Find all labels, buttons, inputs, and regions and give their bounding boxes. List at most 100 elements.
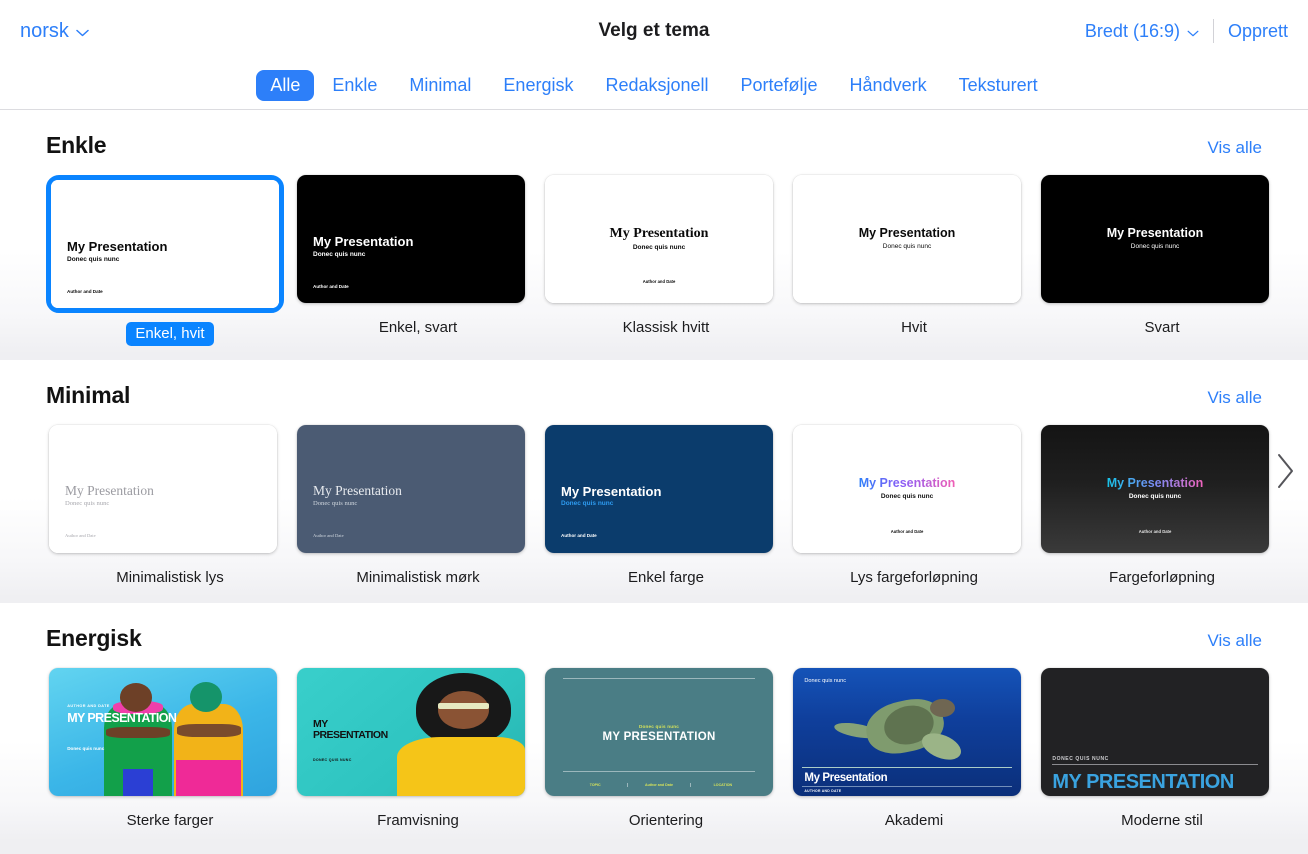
create-button[interactable]: Opprett — [1214, 21, 1288, 42]
theme-thumbnail[interactable]: My PresentationDonec quis nuncAuthor and… — [297, 425, 525, 553]
tab-alle[interactable]: Alle — [256, 70, 314, 101]
tab-portef-lje[interactable]: Portefølje — [727, 70, 832, 101]
language-menu[interactable]: norsk — [20, 20, 89, 43]
theme-name: Framvisning — [368, 809, 468, 833]
theme-thumbnail[interactable]: My PresentationDonec quis nunc — [793, 175, 1021, 303]
theme-row: AUTHOR AND DATE MY PRESENTATION Donec qu… — [0, 652, 1308, 833]
theme-thumbnail-frame[interactable]: Donec quis nuncMY PRESENTATION TOPICAuth… — [542, 668, 790, 796]
tab-label: Redaksjonell — [605, 75, 708, 95]
theme-card[interactable]: My PresentationDonec quis nuncAuthor and… — [542, 175, 790, 346]
see-all-link[interactable]: Vis alle — [1208, 138, 1263, 158]
theme-thumbnail-frame[interactable]: My PresentationDonec quis nuncAuthor and… — [542, 425, 790, 553]
tab-label: Håndverk — [850, 75, 927, 95]
theme-card[interactable]: My PresentationDonec quis nuncAuthor and… — [1038, 425, 1286, 590]
theme-thumbnail-frame[interactable]: DONEC QUIS NUNCMY PRESENTATION — [1038, 668, 1286, 796]
chevron-down-icon — [76, 20, 89, 43]
see-all-link[interactable]: Vis alle — [1208, 388, 1263, 408]
theme-row: My PresentationDonec quis nuncAuthor and… — [0, 159, 1308, 346]
see-all-link[interactable]: Vis alle — [1208, 631, 1263, 651]
theme-thumbnail-frame[interactable]: MYPRESENTATION DONEC QUIS NUNC — [294, 668, 542, 796]
theme-thumbnail[interactable]: DONEC QUIS NUNCMY PRESENTATION — [1041, 668, 1269, 796]
section-header: EnergiskVis alle — [0, 603, 1308, 652]
theme-thumbnail-frame[interactable]: My PresentationDonec quis nuncAuthor and… — [542, 175, 790, 303]
theme-thumbnail[interactable]: MYPRESENTATION DONEC QUIS NUNC — [297, 668, 525, 796]
theme-section: EnkleVis alle My PresentationDonec quis … — [0, 110, 1308, 354]
section-header: MinimalVis alle — [0, 360, 1308, 409]
theme-thumbnail-frame[interactable]: My PresentationDonec quis nunc — [790, 175, 1038, 303]
theme-thumbnail-frame[interactable]: Donec quis nunc My Presentation AUTHOR A… — [790, 668, 1038, 796]
theme-card[interactable]: Donec quis nunc My Presentation AUTHOR A… — [790, 668, 1038, 833]
chevron-right-icon[interactable] — [1272, 447, 1300, 495]
theme-thumbnail[interactable]: My PresentationDonec quis nuncAuthor and… — [545, 425, 773, 553]
theme-card[interactable]: My PresentationDonec quis nunc Hvit — [790, 175, 1038, 346]
theme-name: Sterke farger — [118, 809, 223, 833]
tab-h-ndverk[interactable]: Håndverk — [836, 70, 941, 101]
theme-thumbnail[interactable]: My PresentationDonec quis nuncAuthor and… — [1041, 425, 1269, 553]
aspect-ratio-label: Bredt (16:9) — [1085, 21, 1180, 42]
theme-thumbnail[interactable]: Donec quis nunc My Presentation AUTHOR A… — [793, 668, 1021, 796]
theme-card[interactable]: My PresentationDonec quis nuncAuthor and… — [542, 425, 790, 590]
theme-card[interactable]: DONEC QUIS NUNCMY PRESENTATION Moderne s… — [1038, 668, 1286, 833]
theme-caption: Klassisk hvitt — [542, 316, 790, 340]
tab-label: Teksturert — [959, 75, 1038, 95]
theme-thumbnail[interactable]: AUTHOR AND DATE MY PRESENTATION Donec qu… — [49, 668, 277, 796]
tab-label: Enkle — [332, 75, 377, 95]
theme-thumbnail-frame[interactable]: My PresentationDonec quis nuncAuthor and… — [790, 425, 1038, 553]
theme-row: My PresentationDonec quis nuncAuthor and… — [0, 409, 1308, 590]
theme-thumbnail-frame[interactable]: My PresentationDonec quis nunc — [1038, 175, 1286, 303]
theme-thumbnail-frame[interactable]: My PresentationDonec quis nuncAuthor and… — [294, 175, 542, 303]
theme-thumbnail[interactable]: My PresentationDonec quis nuncAuthor and… — [51, 180, 279, 308]
theme-name: Enkel, svart — [370, 316, 466, 340]
theme-name: Minimalistisk lys — [107, 566, 233, 590]
tab-energisk[interactable]: Energisk — [489, 70, 587, 101]
theme-thumbnail-frame[interactable]: My PresentationDonec quis nuncAuthor and… — [46, 425, 294, 553]
tab-enkle[interactable]: Enkle — [318, 70, 391, 101]
category-tabbar: Alle Enkle Minimal Energisk Redaksjonell Port… — [0, 62, 1308, 110]
theme-thumbnail-frame[interactable]: My PresentationDonec quis nuncAuthor and… — [294, 425, 542, 553]
theme-name: Akademi — [876, 809, 952, 833]
tab-minimal[interactable]: Minimal — [395, 70, 485, 101]
theme-thumbnail-frame[interactable]: My PresentationDonec quis nuncAuthor and… — [46, 175, 284, 313]
title-bar-actions: Bredt (16:9) Opprett — [1085, 19, 1288, 43]
theme-card[interactable]: MYPRESENTATION DONEC QUIS NUNC Framvisni… — [294, 668, 542, 833]
theme-name: Fargeforløpning — [1100, 566, 1224, 590]
tab-label: Alle — [270, 75, 300, 95]
tab-teksturert[interactable]: Teksturert — [945, 70, 1052, 101]
theme-name: Klassisk hvitt — [614, 316, 719, 340]
theme-card[interactable]: My PresentationDonec quis nunc Svart — [1038, 175, 1286, 346]
theme-card[interactable]: AUTHOR AND DATE MY PRESENTATION Donec qu… — [46, 668, 294, 833]
theme-thumbnail[interactable]: Donec quis nuncMY PRESENTATION TOPICAuth… — [545, 668, 773, 796]
theme-name: Hvit — [892, 316, 936, 340]
theme-gallery[interactable]: EnkleVis alle My PresentationDonec quis … — [0, 110, 1308, 854]
theme-thumbnail[interactable]: My PresentationDonec quis nuncAuthor and… — [793, 425, 1021, 553]
chevron-down-icon — [1187, 21, 1199, 42]
theme-card[interactable]: My PresentationDonec quis nuncAuthor and… — [294, 425, 542, 590]
theme-name: Enkel, hvit — [126, 322, 213, 346]
theme-caption: Akademi — [790, 809, 1038, 833]
theme-thumbnail-frame[interactable]: AUTHOR AND DATE MY PRESENTATION Donec qu… — [46, 668, 294, 796]
theme-name: Lys fargeforløpning — [841, 566, 987, 590]
theme-thumbnail[interactable]: My PresentationDonec quis nuncAuthor and… — [297, 175, 525, 303]
theme-thumbnail[interactable]: My PresentationDonec quis nuncAuthor and… — [545, 175, 773, 303]
theme-card[interactable]: My PresentationDonec quis nuncAuthor and… — [46, 175, 294, 346]
tab-redaksjonell[interactable]: Redaksjonell — [591, 70, 722, 101]
tab-label: Minimal — [409, 75, 471, 95]
theme-thumbnail-frame[interactable]: My PresentationDonec quis nuncAuthor and… — [1038, 425, 1286, 553]
theme-section: EnergiskVis alle AUTHOR AND DATE MY PRES… — [0, 603, 1308, 841]
theme-caption: Lys fargeforløpning — [790, 566, 1038, 590]
theme-caption: Hvit — [790, 316, 1038, 340]
theme-caption: Enkel farge — [542, 566, 790, 590]
theme-thumbnail[interactable]: My PresentationDonec quis nunc — [1041, 175, 1269, 303]
theme-caption: Orientering — [542, 809, 790, 833]
theme-thumbnail[interactable]: My PresentationDonec quis nuncAuthor and… — [49, 425, 277, 553]
language-menu-label: norsk — [20, 20, 69, 43]
theme-card[interactable]: My PresentationDonec quis nuncAuthor and… — [294, 175, 542, 346]
theme-card[interactable]: My PresentationDonec quis nuncAuthor and… — [790, 425, 1038, 590]
theme-card[interactable]: My PresentationDonec quis nuncAuthor and… — [46, 425, 294, 590]
theme-caption: Enkel, svart — [294, 316, 542, 340]
aspect-ratio-menu[interactable]: Bredt (16:9) — [1085, 21, 1213, 42]
theme-caption: Sterke farger — [46, 809, 294, 833]
theme-card[interactable]: Donec quis nuncMY PRESENTATION TOPICAuth… — [542, 668, 790, 833]
theme-caption: Minimalistisk mørk — [294, 566, 542, 590]
theme-caption: Fargeforløpning — [1038, 566, 1286, 590]
